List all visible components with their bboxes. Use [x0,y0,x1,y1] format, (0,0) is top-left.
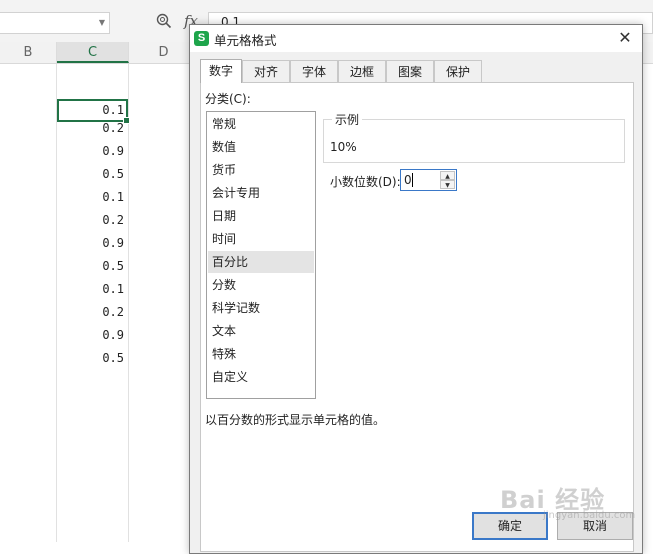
category-item[interactable]: 文本 [208,320,314,342]
tab-protection[interactable]: 保护 [434,60,482,82]
grid-line [128,64,129,542]
decimal-places-value: 0 [404,173,412,187]
grid-cell[interactable]: 0.5 [57,255,128,278]
column-header-c[interactable]: C [57,42,129,63]
zoom-search-icon[interactable] [156,13,172,29]
name-box[interactable]: ▼ [0,12,110,34]
dialog-title: 单元格格式 [214,33,277,48]
dialog-body: 数字 对齐 字体 边框 图案 保护 分类(C): 常规 数值 货币 会计专用 日… [190,52,642,553]
grid-cell[interactable]: 0.2 [57,117,128,140]
category-item[interactable]: 分数 [208,274,314,296]
sample-value: 10% [330,140,357,154]
category-item[interactable]: 会计专用 [208,182,314,204]
category-list[interactable]: 常规 数值 货币 会计专用 日期 时间 百分比 分数 科学记数 文本 特殊 自定… [206,111,316,399]
dialog-titlebar[interactable]: S 单元格格式 ✕ [190,25,642,52]
category-item[interactable]: 科学记数 [208,297,314,319]
category-item-selected[interactable]: 百分比 [208,251,314,273]
category-item[interactable]: 日期 [208,205,314,227]
text-caret [412,173,413,187]
column-header-b[interactable]: B [0,42,57,63]
grid-cell[interactable]: 0.2 [57,209,128,232]
sample-title: 示例 [332,111,363,128]
close-icon[interactable]: ✕ [614,27,636,49]
tab-alignment[interactable]: 对齐 [242,60,290,82]
sample-group: 示例 10% [323,111,625,163]
grid-cell[interactable]: 0.9 [57,324,128,347]
ok-button[interactable]: 确定 [472,512,548,540]
spinner: ▲ ▼ [440,171,455,189]
grid-cell[interactable]: 0.5 [57,347,128,370]
category-description: 以百分数的形式显示单元格的值。 [205,413,386,427]
category-item[interactable]: 数值 [208,136,314,158]
grid-cell[interactable]: 0.2 [57,301,128,324]
cell-grid[interactable]: 0.1 0.2 0.9 0.5 0.1 0.2 0.9 0.5 0.1 0.2 … [0,64,190,542]
chevron-down-icon[interactable]: ▼ [440,180,455,189]
grid-cell[interactable]: 0.1 [57,186,128,209]
tab-font[interactable]: 字体 [290,60,338,82]
chevron-down-icon[interactable]: ▼ [99,18,105,27]
category-item[interactable]: 常规 [208,113,314,135]
category-item[interactable]: 自定义 [208,366,314,388]
tab-number[interactable]: 数字 [200,59,242,83]
grid-cell[interactable]: 0.9 [57,232,128,255]
grid-cell[interactable]: 0.5 [57,163,128,186]
category-item[interactable]: 货币 [208,159,314,181]
tab-pattern[interactable]: 图案 [386,60,434,82]
grid-cell[interactable]: 0.1 [57,278,128,301]
wps-app-icon: S [194,31,209,46]
category-item[interactable]: 时间 [208,228,314,250]
decimal-places-stepper[interactable]: 0 ▲ ▼ [400,169,457,191]
chevron-up-icon[interactable]: ▲ [440,171,455,180]
category-label: 分类(C): [205,92,251,106]
tab-border[interactable]: 边框 [338,60,386,82]
category-item[interactable]: 特殊 [208,343,314,365]
baidu-watermark-url: jingyan.baidu.com [543,510,636,521]
decimal-places-label: 小数位数(D): [330,175,401,189]
format-cells-dialog: S 单元格格式 ✕ 数字 对齐 字体 边框 图案 保护 分类(C): 常规 数值… [189,24,643,554]
grid-cell[interactable]: 0.9 [57,140,128,163]
